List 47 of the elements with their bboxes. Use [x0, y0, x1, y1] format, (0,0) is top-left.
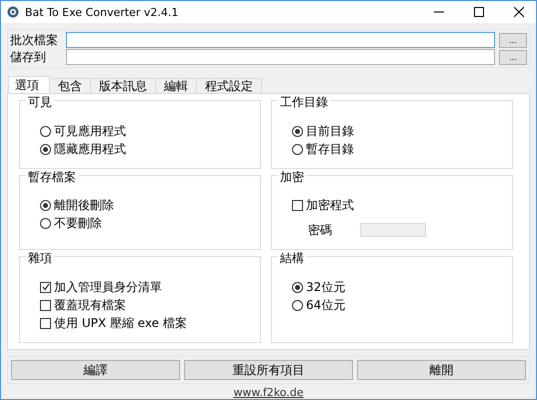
action-button[interactable]: 離開: [357, 360, 526, 380]
option-label: 離開後刪除: [54, 197, 114, 214]
radio-button[interactable]: [292, 144, 303, 154]
radio-button[interactable]: [40, 126, 51, 136]
tab[interactable]: 版本訊息: [90, 78, 156, 93]
maximize-icon[interactable]: [474, 7, 484, 17]
radio-button[interactable]: [40, 200, 51, 212]
radio-button[interactable]: [40, 144, 51, 154]
option-label: 不要刪除: [54, 215, 102, 232]
password-label: 密碼: [308, 222, 332, 239]
option-label: 可見應用程式: [54, 122, 126, 140]
browse-button[interactable]: ...: [499, 32, 527, 48]
app-icon: [7, 6, 19, 18]
path-field[interactable]: [66, 49, 495, 65]
tab[interactable]: 包含: [49, 78, 91, 93]
option-label: 32位元: [306, 278, 346, 296]
tab[interactable]: 編輯: [155, 78, 197, 93]
radio-button[interactable]: [292, 300, 303, 311]
option-label: 加入管理員身分清單: [54, 278, 162, 296]
group-title: 可見: [26, 94, 54, 111]
checkbox[interactable]: [292, 200, 303, 212]
checkbox[interactable]: [40, 300, 51, 311]
radio-button[interactable]: [40, 218, 51, 230]
group-title: 工作目錄: [278, 94, 330, 111]
option-label: 加密程式: [306, 197, 354, 214]
tab[interactable]: 程式設定: [196, 78, 262, 93]
option-label: 64位元: [306, 296, 346, 314]
tab[interactable]: 選項: [8, 76, 50, 93]
action-button[interactable]: 重設所有項目: [184, 360, 353, 380]
close-icon[interactable]: [514, 7, 524, 17]
checkbox[interactable]: [40, 282, 51, 293]
option-label: 隱藏應用程式: [54, 140, 126, 158]
radio-button[interactable]: [292, 282, 303, 293]
option-label: 使用 UPX 壓縮 exe 檔案: [54, 314, 187, 332]
group-title: 暫存檔案: [26, 168, 78, 186]
radio-button[interactable]: [292, 126, 303, 136]
window-title: Bat To Exe Converter v2.4.1: [25, 6, 180, 18]
website-link[interactable]: www.f2ko.de: [233, 386, 304, 399]
option-label: 覆蓋現有檔案: [54, 296, 126, 314]
field-label: 儲存到: [10, 48, 47, 66]
path-field[interactable]: [66, 32, 495, 48]
option-label: 目前目錄: [306, 122, 354, 140]
field-label: 批次檔案: [10, 32, 59, 48]
action-button[interactable]: 編譯: [11, 360, 180, 380]
option-label: 暫存目錄: [306, 140, 354, 158]
browse-button[interactable]: ...: [499, 50, 527, 64]
checkbox[interactable]: [40, 318, 51, 329]
